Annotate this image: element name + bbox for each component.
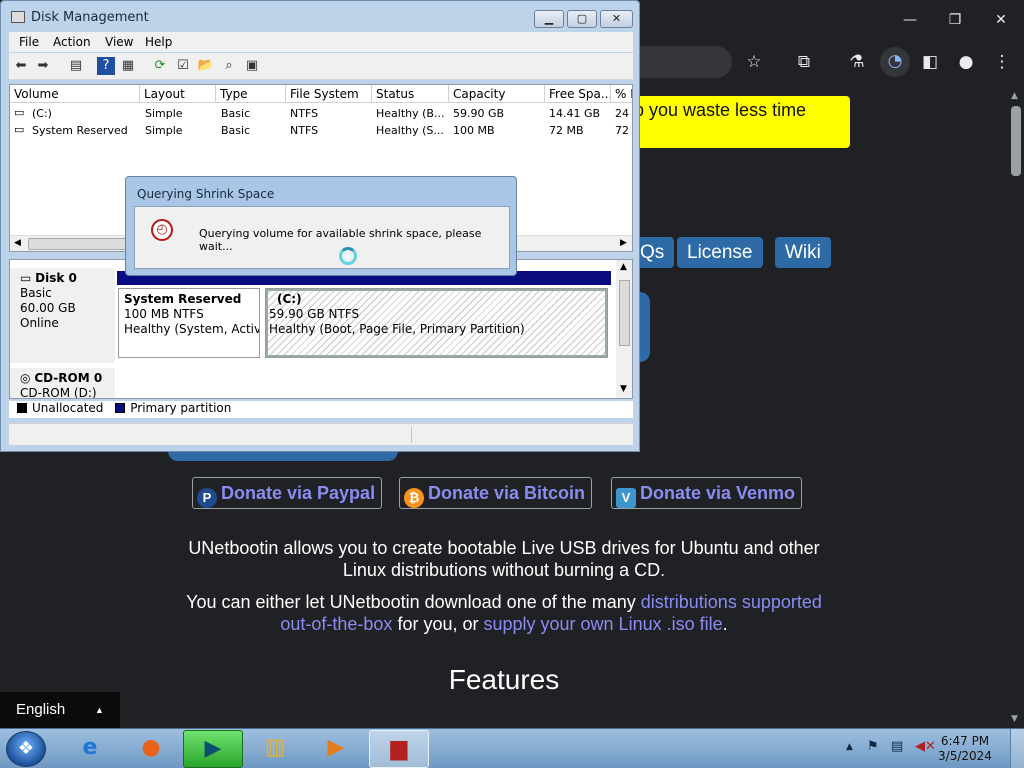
forward-icon[interactable]: ➡	[34, 57, 52, 75]
paypal-icon: P	[197, 488, 217, 508]
scroll-up-icon[interactable]: ▲	[620, 262, 627, 272]
dialog-body: ◴ Querying volume for available shrink s…	[134, 206, 510, 269]
taskbar: ❖ e ● ▶ ▥ ▶ ▆ ▲ ⚑ ▤ ◀✕ 6:47 PM 3/5/2024	[0, 728, 1024, 768]
partition-c-drive[interactable]: (C:) 59.90 GB NTFS Healthy (Boot, Page F…	[265, 288, 608, 358]
cd-drive-icon: ◎	[20, 371, 31, 385]
scroll-down-icon[interactable]: ▼	[1011, 714, 1018, 724]
help-icon[interactable]: ?	[97, 57, 115, 75]
close-icon[interactable]: ✕	[981, 8, 1021, 32]
menu-help[interactable]: Help	[145, 35, 172, 49]
minimize-button[interactable]: ▁	[534, 10, 564, 28]
features-heading: Features	[448, 664, 560, 695]
menu-file[interactable]: File	[19, 35, 39, 49]
back-icon[interactable]: ⬅	[12, 57, 30, 75]
clock[interactable]: 6:47 PM 3/5/2024	[935, 734, 995, 764]
refresh-icon[interactable]: ⟳	[151, 57, 169, 75]
restore-icon[interactable]: ❐	[935, 8, 975, 32]
col-type[interactable]: Type	[216, 85, 286, 103]
venmo-icon: V	[616, 488, 636, 508]
col-status[interactable]: Status	[372, 85, 449, 103]
timer-extension-icon[interactable]: ◔	[880, 47, 910, 77]
show-desktop-button[interactable]	[1010, 729, 1024, 768]
col-file-system[interactable]: File System	[286, 85, 372, 103]
disk-0-label[interactable]: ▭ Disk 0 Basic 60.00 GB Online	[10, 268, 115, 363]
menu-view[interactable]: View	[105, 35, 133, 49]
hard-disk-icon: ▭	[20, 271, 32, 285]
col-percent-free[interactable]: % F	[611, 85, 632, 103]
partition-system-reserved[interactable]: System Reserved 100 MB NTFS Healthy (Sys…	[118, 288, 260, 358]
distributions-link[interactable]: distributions supported	[641, 592, 822, 612]
out-of-the-box-link[interactable]: out-of-the-box	[280, 614, 392, 634]
scroll-thumb[interactable]	[619, 280, 630, 346]
unallocated-swatch	[17, 403, 27, 413]
disk-management-taskbar-icon[interactable]: ▆	[369, 730, 429, 768]
scroll-right-icon[interactable]: ▶	[620, 238, 627, 248]
dialog-title: Querying Shrink Space	[137, 187, 275, 201]
col-free-space[interactable]: Free Spa...	[545, 85, 611, 103]
page-scrollbar[interactable]: ▲ ▼	[1008, 88, 1024, 728]
file-explorer-icon[interactable]: ▥	[245, 730, 305, 768]
action-center-flag-icon[interactable]: ⚑	[867, 739, 879, 754]
network-icon[interactable]: ▤	[891, 739, 903, 754]
media-app-icon[interactable]: ▶	[183, 730, 243, 768]
download-paragraph: You can either let UNetbootin download o…	[186, 592, 822, 634]
start-button[interactable]: ❖	[6, 731, 46, 767]
menu-bar: File Action View Help	[9, 32, 633, 52]
show-hidden-icons-icon[interactable]: ▲	[846, 742, 853, 752]
legend: Unallocated Primary partition	[9, 401, 633, 418]
status-bar	[9, 423, 633, 445]
busy-spinner-icon	[339, 247, 357, 265]
scroll-thumb[interactable]	[1011, 106, 1021, 176]
intro-paragraph: UNetbootin allows you to create bootable…	[188, 538, 820, 580]
clock-icon: ◴	[151, 219, 173, 241]
search-icon[interactable]: ⌕	[220, 57, 238, 75]
extensions-icon[interactable]: ⧉	[790, 48, 818, 76]
internet-explorer-icon[interactable]: e	[60, 730, 120, 768]
media-player-icon[interactable]: ▶	[306, 730, 366, 768]
scroll-up-icon[interactable]: ▲	[1011, 91, 1018, 101]
disk-management-icon	[11, 11, 25, 23]
col-capacity[interactable]: Capacity	[449, 85, 545, 103]
querying-shrink-dialog: Querying Shrink Space ◴ Querying volume …	[125, 176, 517, 276]
toolbar: ⬅ ➡ ▤ ? ▦ ⟳ ☑ 📂 ⌕ ▣	[9, 53, 633, 80]
col-layout[interactable]: Layout	[140, 85, 216, 103]
volume-muted-icon[interactable]: ◀✕	[915, 739, 936, 754]
caret-up-icon: ▲	[95, 705, 104, 715]
drive-icon: ▭	[14, 106, 25, 119]
menu-action[interactable]: Action	[53, 35, 91, 49]
language-selector[interactable]: English ▲	[0, 692, 120, 728]
cdrom-0-label[interactable]: ◎ CD-ROM 0 CD-ROM (D:)	[10, 368, 115, 398]
window-title: Disk Management	[31, 10, 149, 25]
check-icon[interactable]: ☑	[174, 57, 192, 75]
drive-icon: ▭	[14, 123, 25, 136]
bookmark-star-icon[interactable]: ☆	[740, 48, 768, 76]
donate-bitcoin-link[interactable]: ₿ Donate via Bitcoin	[399, 477, 593, 509]
primary-swatch	[115, 403, 126, 413]
nav-license[interactable]: License	[677, 237, 763, 268]
properties-icon[interactable]: ▦	[119, 57, 137, 75]
bitcoin-icon: ₿	[404, 488, 424, 508]
disk-graphical-view: ▭ Disk 0 Basic 60.00 GB Online System Re…	[9, 259, 633, 399]
folder-icon[interactable]: 📂	[197, 57, 215, 75]
close-button[interactable]: ✕	[600, 10, 633, 28]
lab-icon[interactable]: ⚗	[843, 48, 871, 76]
scroll-down-icon[interactable]: ▼	[620, 384, 627, 394]
settings-icon[interactable]: ▣	[243, 57, 261, 75]
console-tree-icon[interactable]: ▤	[67, 57, 85, 75]
scroll-left-icon[interactable]: ◀	[14, 238, 21, 248]
firefox-icon[interactable]: ●	[121, 730, 181, 768]
donate-paypal-link[interactable]: P Donate via Paypal	[192, 477, 383, 509]
menu-dots-icon[interactable]: ⋮	[988, 48, 1016, 76]
nav-wiki[interactable]: Wiki	[775, 237, 831, 268]
banner-text: lp you waste less time	[630, 100, 807, 120]
profile-icon[interactable]: ●	[952, 48, 980, 76]
supply-iso-link[interactable]: supply your own Linux .iso file	[483, 614, 722, 634]
vertical-scrollbar[interactable]: ▲ ▼	[616, 260, 632, 398]
donate-venmo-link[interactable]: V Donate via Venmo	[611, 477, 803, 509]
maximize-button[interactable]: ▢	[567, 10, 597, 28]
scroll-thumb[interactable]	[28, 238, 138, 250]
minimize-icon[interactable]: —	[890, 8, 930, 32]
col-volume[interactable]: Volume	[10, 85, 140, 103]
side-panel-icon[interactable]: ◧	[916, 48, 944, 76]
